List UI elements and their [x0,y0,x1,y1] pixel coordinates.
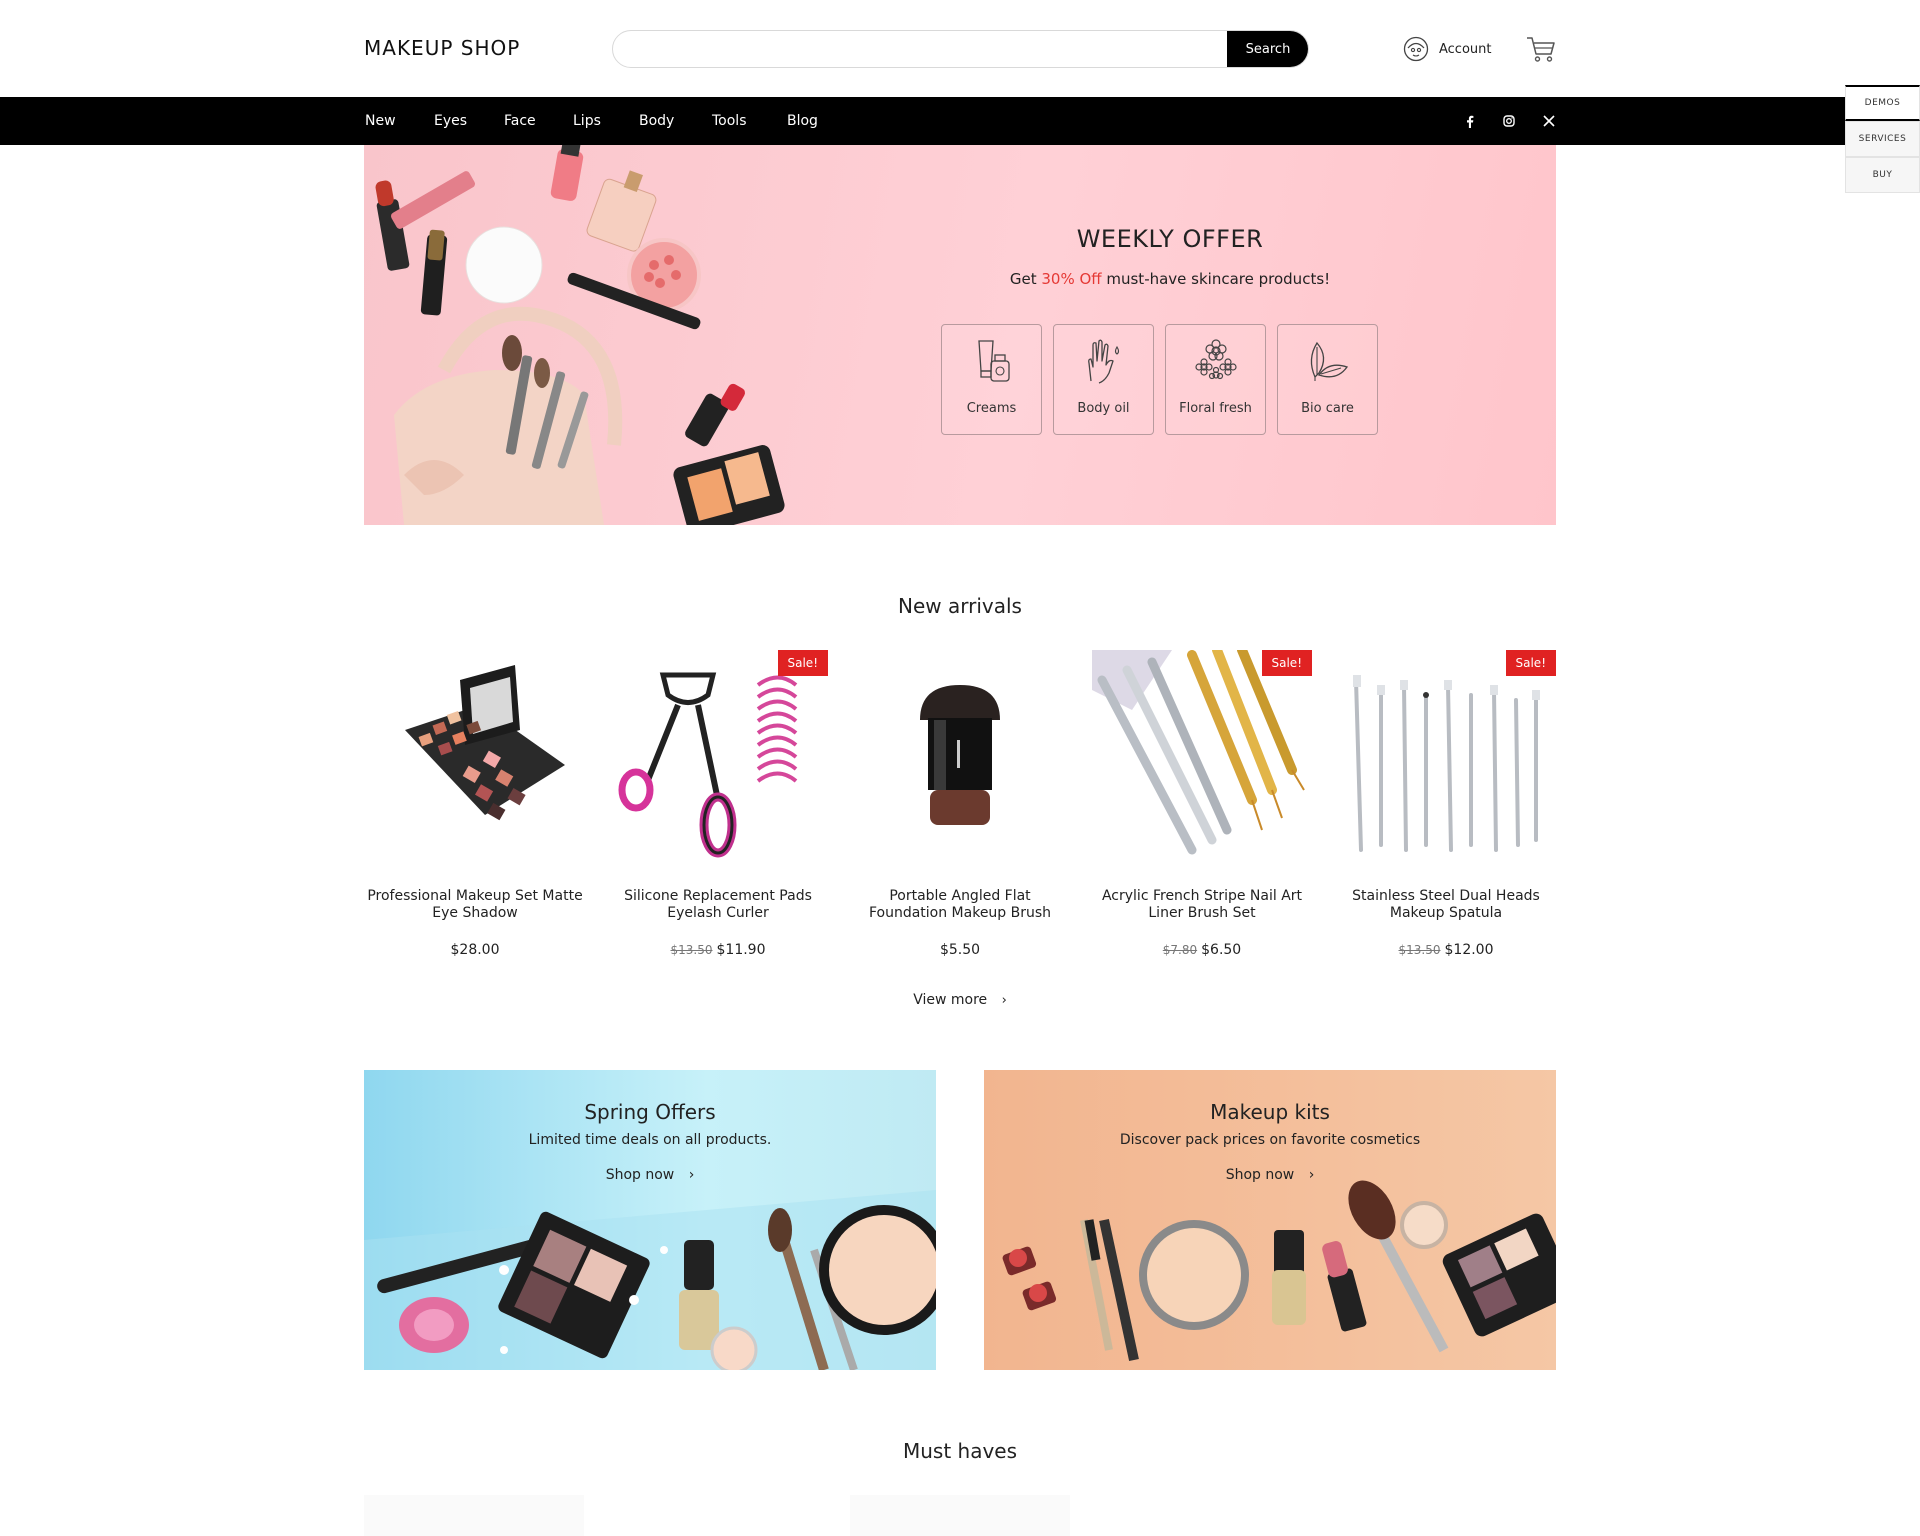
product-card[interactable]: Professional Makeup Set Matte Eye Shadow… [365,650,585,958]
cosmetics-hero-image [375,145,785,525]
instagram-icon[interactable] [1499,97,1519,145]
new-arrivals-title: New arrivals [898,594,1022,618]
product-card[interactable]: Sale! Silicone Replacement Pads Eyelash … [608,650,828,958]
product-price: $5.50 [850,942,1070,958]
hero-discount: 30% Off [1041,270,1102,288]
eyeshadow-palette-image [365,650,585,870]
sale-badge: Sale! [777,650,828,676]
nav-item-body[interactable]: Body [639,97,674,145]
promo-spring-offers[interactable]: Spring Offers Limited time deals on all … [364,1070,936,1370]
promo-subtitle: Limited time deals on all products. [528,1132,772,1148]
search-button[interactable]: Search [1227,31,1308,67]
shop-now-label: Shop now [1225,1167,1295,1183]
view-more-link[interactable]: View more › [364,992,1556,1008]
foundation-brush-image [850,650,1070,870]
product-image[interactable] [850,1495,1070,1536]
x-icon[interactable] [1539,97,1559,145]
flowers-icon [1195,339,1237,380]
user-face-icon [1403,36,1429,62]
product-price: $7.80 $6.50 [1092,942,1312,958]
promo-subtitle: Discover pack prices on favorite cosmeti… [1119,1132,1421,1148]
product-old-price: $7.80 [1162,943,1198,957]
promo-title: Spring Offers [584,1100,716,1124]
product-price: $28.00 [365,942,585,958]
facebook-icon[interactable] [1460,97,1480,145]
account-link[interactable]: Account [1403,36,1492,62]
account-label: Account [1439,41,1492,57]
demos-button[interactable]: DEMOS [1845,85,1920,121]
shop-now-link[interactable]: Shop now › [364,1167,936,1183]
nav-item-eyes[interactable]: Eyes [434,97,467,145]
cream-tube-icon [978,340,1010,382]
category-body-oil[interactable]: Body oil [1053,324,1154,435]
product-card[interactable]: Sale! Acrylic French Stripe Nail Art Lin… [1092,650,1312,958]
nav-item-tools[interactable]: Tools [712,97,747,145]
nail-brush-set-image [1092,650,1312,870]
product-image[interactable]: Sale! [1092,650,1312,870]
category-floral-fresh[interactable]: Floral fresh [1165,324,1266,435]
category-creams[interactable]: Creams [941,324,1042,435]
product-name[interactable]: Stainless Steel Dual Heads Makeup Spatul… [1336,888,1556,924]
buy-button[interactable]: BUY [1845,157,1920,193]
hero-title: WEEKLY OFFER [1076,225,1264,253]
search-input[interactable] [613,31,1227,67]
nav-item-new[interactable]: New [365,97,396,145]
product-image[interactable]: Sale! [608,650,828,870]
nav-item-lips[interactable]: Lips [573,97,601,145]
product-current-price: $11.90 [716,942,766,958]
spatula-set-image [1336,650,1556,870]
must-haves-title: Must haves [902,1439,1018,1463]
main-nav: New Eyes Face Lips Body Tools Blog [0,97,1920,145]
cart-icon[interactable] [1526,35,1556,63]
product-name[interactable]: Portable Angled Flat Foundation Makeup B… [850,888,1070,924]
nav-item-face[interactable]: Face [504,97,536,145]
hand-drop-icon [1088,339,1120,384]
category-label: Bio care [1301,401,1354,416]
product-price: $13.50 $12.00 [1336,942,1556,958]
chevron-right-icon: › [1308,1167,1315,1183]
leaf-icon [1310,341,1349,381]
sale-badge: Sale! [1261,650,1312,676]
product-current-price: $28.00 [450,942,500,958]
site-logo[interactable]: MAKEUP SHOP [364,36,520,60]
hero-sub-suffix: must-have skincare products! [1101,270,1331,288]
demo-rail: DEMOS SERVICES BUY [1845,85,1920,193]
chevron-right-icon: › [1001,993,1007,1008]
product-name[interactable]: Silicone Replacement Pads Eyelash Curler [608,888,828,924]
product-image[interactable] [365,650,585,870]
category-label: Body oil [1077,401,1130,416]
product-image[interactable] [850,650,1070,870]
view-more-label: View more [913,992,988,1008]
shop-now-link[interactable]: Shop now › [984,1167,1556,1183]
hero-subtitle: Get 30% Off must-have skincare products! [364,270,1556,288]
product-current-price: $6.50 [1201,942,1242,958]
eyelash-curler-image [608,650,828,870]
product-old-price: $13.50 [670,943,713,957]
product-old-price: $13.50 [1398,943,1441,957]
shop-now-label: Shop now [605,1167,675,1183]
product-image[interactable] [364,1495,584,1536]
category-bio-care[interactable]: Bio care [1277,324,1378,435]
category-label: Floral fresh [1179,401,1252,416]
nav-item-blog[interactable]: Blog [787,97,818,145]
services-button[interactable]: SERVICES [1845,121,1920,157]
product-current-price: $5.50 [939,942,981,958]
sale-badge: Sale! [1505,650,1556,676]
category-label: Creams [966,401,1017,416]
product-price: $13.50 $11.90 [608,942,828,958]
promo-makeup-kits[interactable]: Makeup kits Discover pack prices on favo… [984,1070,1556,1370]
product-name[interactable]: Acrylic French Stripe Nail Art Liner Bru… [1092,888,1312,924]
chevron-right-icon: › [688,1167,695,1183]
product-current-price: $12.00 [1444,942,1494,958]
promo-title: Makeup kits [1210,1100,1330,1124]
product-card[interactable]: Portable Angled Flat Foundation Makeup B… [850,650,1070,958]
weekly-offer-banner[interactable]: WEEKLY OFFER Get 30% Off must-have skinc… [364,145,1556,525]
product-image[interactable]: Sale! [1336,650,1556,870]
product-card[interactable]: Sale! Stainless Steel Dual Heads Makeup … [1336,650,1556,958]
hero-sub-prefix: Get [1009,270,1042,288]
product-name[interactable]: Professional Makeup Set Matte Eye Shadow [365,888,585,924]
search-bar: Search [612,30,1309,68]
